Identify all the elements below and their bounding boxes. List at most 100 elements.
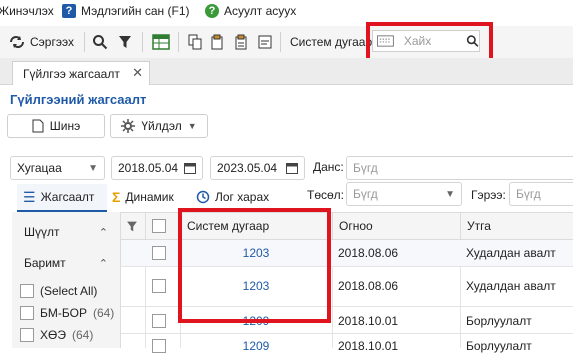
filter-option-select-all[interactable]: (Select All) — [20, 284, 97, 298]
copy-icon — [188, 34, 202, 50]
refresh-button[interactable]: Сэргээх — [8, 32, 74, 52]
calendar-icon[interactable] — [184, 162, 196, 174]
filter-tool-button[interactable] — [118, 32, 132, 52]
period-label: Хугацаа — [17, 161, 62, 175]
filter-option-khoe[interactable]: ХӨЭ (64) — [20, 328, 93, 342]
checkbox[interactable] — [152, 314, 166, 328]
description-cell: Борлуулалт — [466, 314, 532, 328]
paste-button[interactable] — [210, 32, 224, 52]
close-icon[interactable]: ✕ — [132, 65, 143, 81]
date-from-value: 2018.05.04 — [118, 161, 179, 175]
menu-item-ask[interactable]: ? Асуулт асуух — [205, 4, 296, 18]
chevron-down-icon: ▼ — [88, 162, 98, 174]
select-all-checkbox[interactable] — [152, 219, 166, 233]
clipboard-list-button[interactable] — [234, 32, 248, 52]
row-checkbox[interactable] — [152, 334, 166, 358]
excel-icon — [152, 34, 170, 50]
contract-select[interactable]: Бүгд — [509, 182, 573, 206]
contract-placeholder: Бүгд — [516, 187, 541, 201]
search-icon[interactable] — [466, 34, 479, 48]
column-header-description[interactable]: Утга — [460, 212, 573, 240]
ask-label: Асуулт асуух — [224, 4, 297, 18]
operation-button[interactable]: Үйлдэл ▼ — [110, 114, 208, 138]
row-checkbox[interactable] — [152, 274, 166, 298]
form-view-button[interactable] — [258, 32, 272, 52]
question-icon: ? — [62, 4, 76, 18]
copy-button[interactable] — [188, 32, 202, 52]
project-placeholder: Бүгд — [353, 187, 378, 201]
clipboard-icon — [211, 34, 223, 50]
project-label: Төсөл: — [307, 188, 345, 202]
checkbox[interactable] — [20, 306, 34, 320]
history-icon — [196, 190, 210, 204]
menu-item-knowledge-base[interactable]: ? Мэдлэгийн сан (F1) — [62, 4, 190, 18]
system-number-search[interactable] — [372, 30, 480, 52]
date-cell: 2018.08.06 — [338, 279, 399, 293]
checkbox[interactable] — [152, 339, 166, 353]
document-group-label: Баримт — [24, 256, 66, 270]
system-number-cell[interactable]: 1209 — [180, 309, 332, 333]
filter-group-header[interactable]: Шүүлт ⌃ — [24, 225, 108, 239]
search-input[interactable] — [401, 33, 464, 49]
toolbar-divider — [142, 32, 143, 52]
period-select[interactable]: Хугацаа ▼ — [10, 156, 105, 180]
grid-filter-button[interactable] — [126, 220, 138, 236]
chevron-up-icon: ⌃ — [98, 226, 108, 239]
column-header-label: Систем дугаар — [187, 219, 270, 233]
filter-option-label: (Select All) — [40, 284, 98, 298]
checkbox[interactable] — [152, 246, 166, 260]
chevron-down-icon: ▼ — [187, 121, 197, 131]
description-cell: Борлуулалт — [466, 339, 532, 353]
row-divider — [121, 306, 573, 307]
tab-log[interactable]: Лог харах — [196, 184, 269, 210]
column-header-date[interactable]: Огноо — [332, 212, 460, 240]
list-icon: ☰ — [23, 188, 36, 205]
excel-export-button[interactable] — [152, 32, 170, 52]
account-placeholder: Бүгд — [353, 161, 378, 175]
row-checkbox[interactable] — [152, 309, 166, 333]
toolbar-divider — [280, 32, 281, 52]
new-document-icon — [32, 119, 44, 133]
tab-list[interactable]: ☰ Жагсаалт — [17, 184, 107, 212]
search-icon — [93, 35, 108, 50]
form-icon — [258, 35, 272, 49]
toolbar — [0, 26, 573, 59]
account-label: Данс: — [313, 160, 344, 174]
tab-dynamic-label: Динамик — [125, 190, 174, 204]
date-cell: 2018.08.06 — [338, 246, 399, 260]
tab-dynamic[interactable]: Σ Динамик — [112, 184, 174, 210]
system-number-cell[interactable]: 1203 — [180, 274, 332, 298]
tab-transaction-list[interactable]: Гүйлгээ жагсаалт ✕ — [12, 61, 150, 85]
clipboard-list-icon — [235, 34, 247, 50]
help-icon: ? — [205, 4, 219, 18]
tab-list-label: Жагсаалт — [40, 190, 95, 204]
new-button[interactable]: Шинэ — [7, 114, 105, 138]
search-tool-button[interactable] — [92, 32, 108, 52]
tab-log-label: Лог харах — [215, 190, 270, 204]
date-cell: 2018.10.01 — [338, 314, 399, 328]
new-label: Шинэ — [49, 119, 81, 133]
refresh-icon — [10, 36, 24, 48]
project-select[interactable]: Бүгд ▼ — [346, 182, 462, 206]
checkbox[interactable] — [20, 284, 34, 298]
filter-option-count: (64) — [71, 328, 94, 342]
system-number-cell[interactable]: 1203 — [180, 241, 332, 265]
description-cell: Худалдан авалт — [466, 246, 556, 260]
menu-item-refresh[interactable]: Жинэчлэх — [0, 4, 54, 18]
row-checkbox[interactable] — [152, 241, 166, 265]
select-all-column — [145, 212, 179, 240]
filter-option-count: (64) — [92, 306, 115, 320]
date-from-field[interactable]: 2018.05.04 — [111, 156, 203, 180]
sigma-icon: Σ — [112, 189, 121, 205]
calendar-icon[interactable] — [286, 162, 298, 174]
column-header-label: Утга — [467, 219, 491, 233]
system-number-cell[interactable]: 1209 — [180, 334, 332, 358]
checkbox[interactable] — [20, 328, 34, 342]
column-header-system-number[interactable]: Систем дугаар — [180, 212, 332, 240]
filter-option-label: ХӨЭ — [40, 328, 66, 342]
account-field[interactable]: Бүгд — [346, 156, 573, 180]
checkbox[interactable] — [152, 279, 166, 293]
document-group-header[interactable]: Баримт ⌃ — [24, 256, 108, 270]
filter-option-bm-bor[interactable]: БМ-БОР (64) — [20, 306, 114, 320]
date-to-field[interactable]: 2023.05.04 — [210, 156, 305, 180]
